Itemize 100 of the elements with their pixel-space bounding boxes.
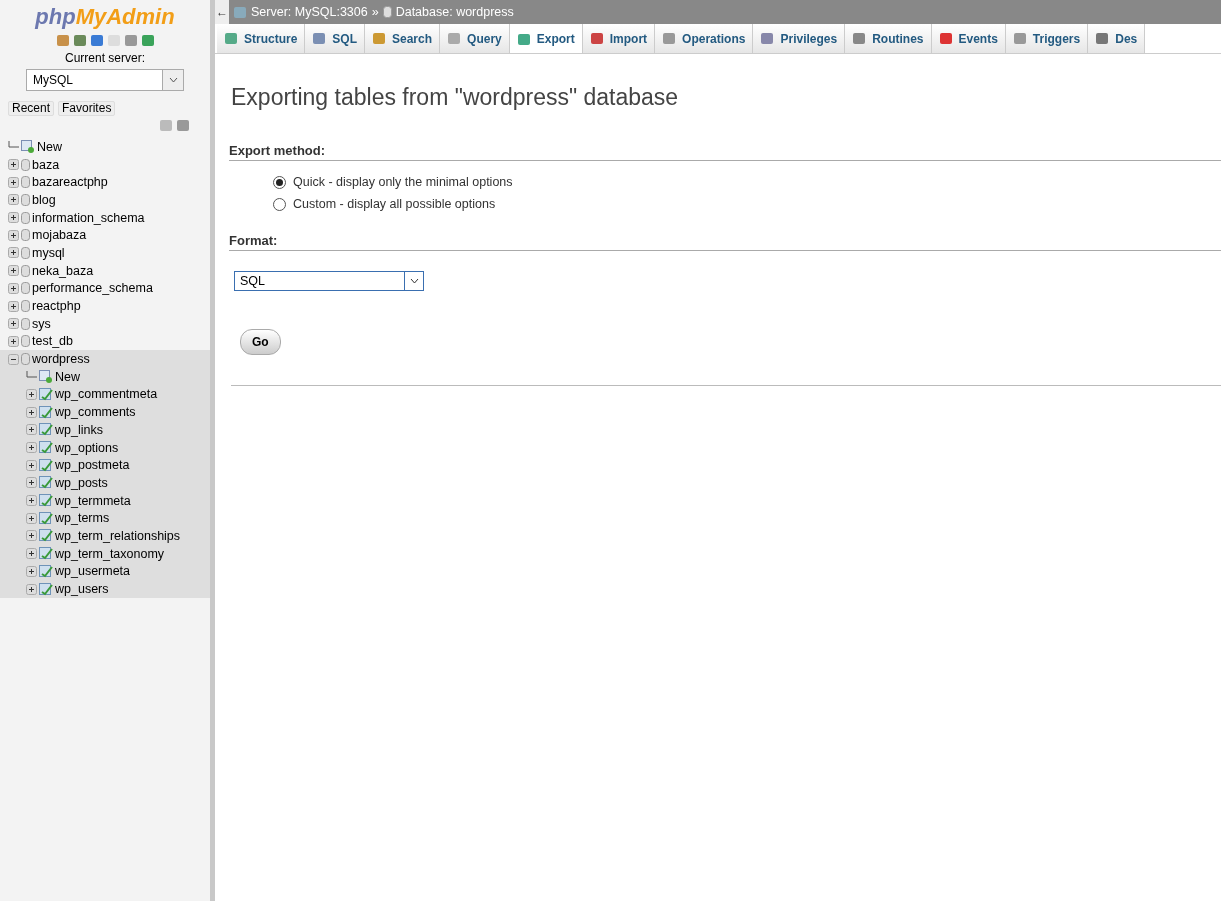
expand-icon[interactable] (26, 565, 37, 577)
table-link[interactable]: wp_term_taxonomy (55, 546, 165, 561)
radio-button[interactable] (273, 175, 286, 189)
database-icon (21, 353, 30, 366)
format-select[interactable]: SQL (234, 271, 424, 291)
new-item-link[interactable]: New (55, 369, 80, 384)
table-link[interactable]: wp_terms (55, 511, 110, 526)
tab[interactable]: Privileges (753, 24, 846, 53)
database-icon (21, 158, 30, 171)
go-button[interactable]: Go (240, 329, 281, 355)
database-link[interactable]: information_schema (32, 210, 145, 225)
database-link[interactable]: sys (32, 316, 51, 331)
radio-option[interactable]: Custom - display all possible options (273, 197, 496, 211)
expand-icon[interactable] (8, 212, 19, 224)
tab[interactable]: Structure (217, 24, 306, 53)
expand-icon[interactable] (26, 459, 37, 471)
database-icon (21, 193, 30, 206)
tab[interactable]: Operations (655, 24, 754, 53)
expand-icon[interactable] (8, 300, 19, 312)
table-icon (39, 458, 53, 472)
database-link[interactable]: mojabaza (32, 228, 87, 243)
sidebar-tab-button[interactable]: Recent (8, 101, 55, 116)
expand-icon[interactable] (8, 229, 19, 241)
expand-icon[interactable] (8, 265, 19, 277)
new-item-link[interactable]: New (37, 139, 62, 154)
expand-icon[interactable] (26, 442, 37, 454)
expand-icon[interactable] (26, 406, 37, 418)
expand-icon[interactable] (8, 335, 19, 347)
database-icon (21, 229, 30, 242)
table-icon (39, 529, 53, 543)
database-link[interactable]: baza (32, 157, 60, 172)
sidebar-tab-button[interactable]: Favorites (58, 101, 116, 116)
radio-button[interactable] (273, 197, 286, 211)
new-item-icon (21, 140, 35, 154)
phpmyadmin-logo[interactable]: phpMyAdmin (0, 4, 210, 30)
table-link[interactable]: wp_commentmeta (55, 387, 158, 402)
table-icon (39, 494, 53, 508)
database-link[interactable]: performance_schema (32, 281, 153, 296)
expand-icon[interactable] (26, 388, 37, 400)
database-link[interactable]: neka_baza (32, 263, 94, 278)
table-link[interactable]: wp_posts (55, 475, 108, 490)
table-link[interactable]: wp_usermeta (55, 564, 131, 579)
expand-icon[interactable] (8, 194, 19, 206)
table-link[interactable]: wp_postmeta (55, 458, 130, 473)
expand-icon[interactable] (26, 512, 37, 524)
database-icon (21, 335, 30, 348)
expand-icon[interactable] (26, 583, 37, 595)
page-title: Exporting tables from "wordpress" database (231, 84, 680, 111)
database-link[interactable]: test_db (32, 334, 73, 349)
breadcrumb-link[interactable]: Database: wordpress (395, 5, 514, 19)
expand-icon[interactable] (26, 424, 37, 436)
expand-icon[interactable] (8, 176, 19, 188)
database-icon (382, 6, 392, 18)
expand-icon[interactable] (26, 548, 37, 560)
breadcrumb-link[interactable]: Server: MySQL:3306 (251, 5, 368, 19)
table-icon (39, 564, 53, 578)
new-item-icon (39, 370, 53, 384)
expand-icon[interactable] (26, 530, 37, 542)
expand-icon[interactable] (26, 495, 37, 507)
database-icon (21, 246, 30, 259)
radio-option[interactable]: Quick - display only the minimal options (273, 175, 513, 189)
database-link[interactable]: wordpress (32, 352, 90, 367)
tab[interactable]: Query (440, 24, 510, 53)
tab[interactable]: Search (365, 24, 441, 53)
database-icon (21, 176, 30, 189)
collapse-icon[interactable] (8, 353, 19, 365)
caret-icon (409, 278, 419, 284)
server-select[interactable]: MySQL (26, 69, 184, 91)
table-link[interactable]: wp_comments (55, 405, 136, 420)
table-link[interactable]: wp_links (55, 422, 103, 437)
expand-icon[interactable] (8, 282, 19, 294)
database-icon (21, 317, 30, 330)
breadcrumb-separator: » (371, 5, 379, 19)
database-link[interactable]: mysql (32, 245, 65, 260)
tab[interactable]: Routines (845, 24, 932, 53)
tab[interactable]: Import (582, 24, 656, 53)
tab[interactable]: Des (1088, 24, 1146, 53)
expand-icon[interactable] (8, 318, 19, 330)
expand-icon[interactable] (8, 159, 19, 171)
tab[interactable]: SQL (305, 24, 365, 53)
table-icon (39, 582, 53, 596)
back-button[interactable]: ← (215, 0, 229, 24)
current-server-label: Current server: (64, 51, 146, 65)
table-link[interactable]: wp_options (55, 440, 119, 455)
expand-icon[interactable] (8, 247, 19, 259)
tab[interactable]: Triggers (1005, 24, 1089, 53)
table-icon (39, 441, 53, 455)
tab[interactable]: Events (931, 24, 1006, 53)
database-link[interactable]: reactphp (32, 299, 81, 314)
database-link[interactable]: blog (32, 192, 56, 207)
database-icon (21, 282, 30, 295)
expand-icon[interactable] (26, 477, 37, 489)
table-link[interactable]: wp_term_relationships (55, 528, 181, 543)
database-icon (21, 211, 30, 224)
table-icon (39, 511, 53, 525)
table-icon (39, 405, 53, 419)
table-link[interactable]: wp_users (55, 582, 109, 597)
database-link[interactable]: bazareactphp (32, 175, 108, 190)
section-heading: Export method: (229, 143, 1221, 161)
table-link[interactable]: wp_termmeta (55, 493, 131, 508)
